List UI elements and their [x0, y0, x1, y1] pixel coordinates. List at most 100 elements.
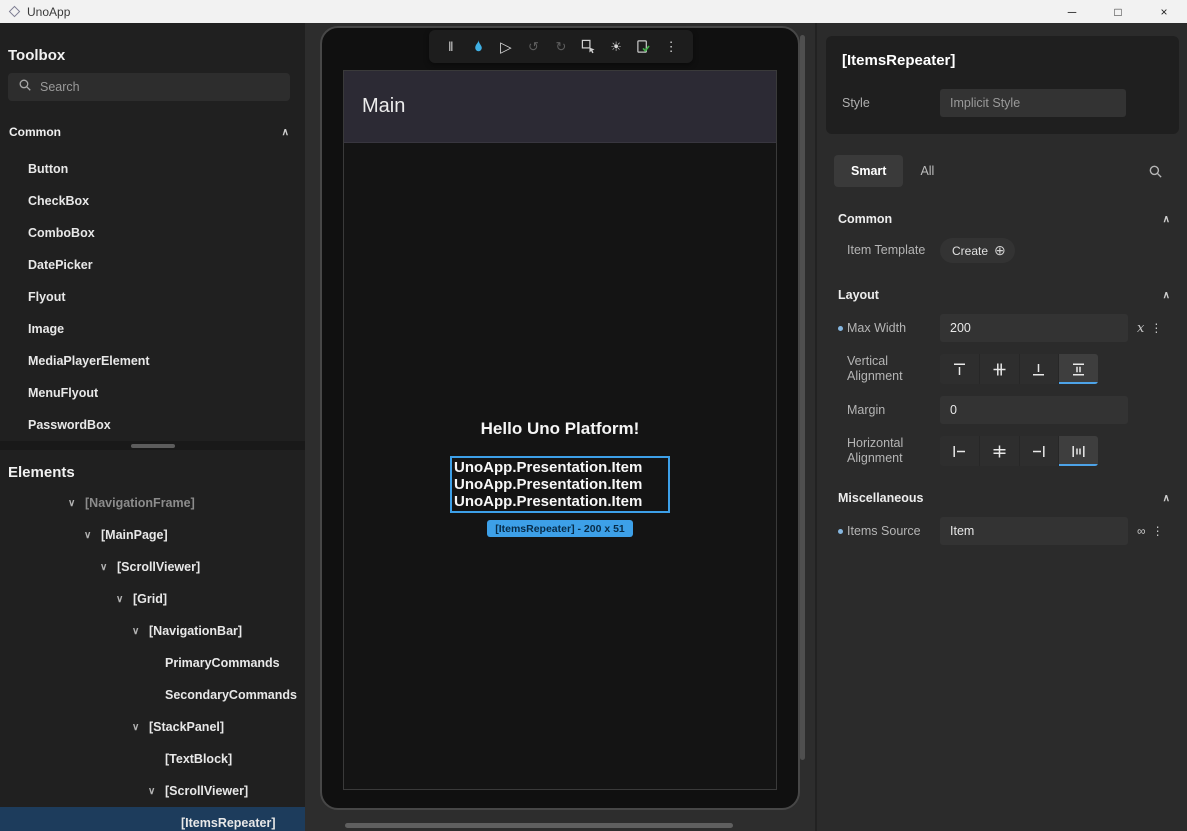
tree-item-label: SecondaryCommands	[165, 688, 297, 702]
canvas-horizontal-scrollbar[interactable]	[345, 823, 733, 828]
horizontal-alignment-row: Horizontal Alignment	[817, 436, 1187, 466]
more-icon[interactable]: ⋮	[1152, 524, 1164, 538]
item-template-row: Item Template Create ⊕	[817, 238, 1187, 263]
halign-center-button[interactable]	[980, 436, 1020, 466]
pause-icon[interactable]: ‖	[438, 39, 464, 54]
tree-item-primarycommands[interactable]: PrimaryCommands	[0, 647, 305, 679]
style-input[interactable]	[940, 89, 1126, 117]
valign-center-button[interactable]	[980, 354, 1020, 384]
toolbox-section-common[interactable]: Common ∧	[0, 125, 305, 139]
splitter-handle-icon	[131, 444, 175, 448]
items-source-input[interactable]	[940, 517, 1128, 545]
vertical-alignment-row: Vertical Alignment	[817, 354, 1187, 384]
properties-tabs: Smart All	[834, 155, 1171, 187]
section-label: Common	[9, 125, 61, 139]
selection-size-badge: [ItemsRepeater] - 200 x 51	[487, 520, 633, 537]
halign-left-button[interactable]	[940, 436, 980, 466]
tree-item-scrollviewer[interactable]: ∨ [ScrollViewer]	[0, 551, 305, 583]
create-label: Create	[952, 244, 988, 258]
toolbox-item-mediaplayerelement[interactable]: MediaPlayerElement	[0, 345, 305, 377]
app-preview[interactable]: Main Hello Uno Platform! UnoApp.Presenta…	[343, 70, 777, 790]
toolbox-item-datepicker[interactable]: DatePicker	[0, 249, 305, 281]
toolbox-item-menuflyout[interactable]: MenuFlyout	[0, 377, 305, 409]
max-width-input[interactable]	[940, 314, 1128, 342]
undo-icon[interactable]: ↺	[520, 39, 546, 55]
search-icon	[18, 78, 32, 97]
section-miscellaneous-header[interactable]: Miscellaneous ∧	[817, 491, 1187, 505]
item-template-label: Item Template	[847, 243, 940, 258]
panel-splitter[interactable]	[0, 441, 305, 450]
more-icon[interactable]: ⋮	[658, 39, 684, 55]
valign-top-button[interactable]	[940, 354, 980, 384]
more-icon[interactable]: ⋮	[1150, 321, 1162, 335]
preview-hello-text: Hello Uno Platform!	[344, 419, 776, 439]
toolbox-search-box[interactable]	[8, 73, 290, 101]
properties-search-icon[interactable]	[1148, 164, 1163, 179]
create-item-template-button[interactable]: Create ⊕	[940, 238, 1015, 263]
repeater-item: UnoApp.Presentation.Item	[454, 476, 668, 493]
toolbox-item-checkbox[interactable]: CheckBox	[0, 185, 305, 217]
app-logo-icon	[8, 5, 21, 18]
tab-smart[interactable]: Smart	[834, 155, 903, 187]
tree-item-stackpanel[interactable]: ∨ [StackPanel]	[0, 711, 305, 743]
preview-nav-bar: Main	[344, 71, 776, 143]
chevron-down-icon[interactable]: ∨	[116, 594, 133, 605]
section-common-header[interactable]: Common ∧	[817, 212, 1187, 226]
minimize-button[interactable]: ─	[1049, 0, 1095, 23]
tree-item-label: [Grid]	[133, 592, 167, 606]
close-button[interactable]: ×	[1141, 0, 1187, 23]
toolbox-item-flyout[interactable]: Flyout	[0, 281, 305, 313]
tree-item-itemsrepeater[interactable]: [ItemsRepeater]	[0, 807, 305, 831]
toolbox-item-button[interactable]: Button	[0, 153, 305, 185]
toolbox-item-image[interactable]: Image	[0, 313, 305, 345]
chevron-down-icon[interactable]: ∨	[132, 626, 149, 637]
tree-item-textblock[interactable]: [TextBlock]	[0, 743, 305, 775]
hot-reload-flame-icon[interactable]	[465, 39, 491, 54]
chevron-up-icon[interactable]: ∧	[1163, 290, 1170, 301]
chevron-up-icon[interactable]: ∧	[1163, 214, 1170, 225]
valign-bottom-button[interactable]	[1020, 354, 1060, 384]
toolbox-item-combobox[interactable]: ComboBox	[0, 217, 305, 249]
valign-stretch-button[interactable]	[1059, 354, 1098, 384]
design-canvas: Main Hello Uno Platform! UnoApp.Presenta…	[305, 23, 815, 831]
chevron-up-icon[interactable]: ∧	[282, 127, 289, 138]
halign-stretch-button[interactable]	[1059, 436, 1098, 466]
tree-item-secondarycommands[interactable]: SecondaryCommands	[0, 679, 305, 711]
designer-toolbar: ‖ ▷ ↺ ↻ ☀ ⋮	[429, 30, 693, 63]
maximize-button[interactable]: □	[1095, 0, 1141, 23]
bind-expression-icon[interactable]: x	[1137, 321, 1144, 336]
tree-item-label: [ItemsRepeater]	[181, 816, 275, 830]
tree-item-navigationbar[interactable]: ∨ [NavigationBar]	[0, 615, 305, 647]
device-frame: Main Hello Uno Platform! UnoApp.Presenta…	[320, 26, 800, 810]
section-label: Layout	[838, 288, 879, 302]
chevron-down-icon[interactable]: ∨	[84, 530, 101, 541]
chevron-down-icon[interactable]: ∨	[100, 562, 117, 573]
play-icon[interactable]: ▷	[493, 38, 519, 56]
inspect-element-icon[interactable]	[576, 39, 602, 54]
tab-all[interactable]: All	[903, 155, 951, 187]
elements-tree: ∨ [NavigationFrame] ∨ [MainPage] ∨ [Scro…	[0, 487, 305, 831]
margin-input[interactable]	[940, 396, 1128, 424]
tree-item-scrollviewer-inner[interactable]: ∨ [ScrollViewer]	[0, 775, 305, 807]
chevron-down-icon[interactable]: ∨	[68, 498, 85, 509]
tree-item-navigationframe[interactable]: ∨ [NavigationFrame]	[0, 487, 305, 519]
tree-item-grid[interactable]: ∨ [Grid]	[0, 583, 305, 615]
chevron-up-icon[interactable]: ∧	[1163, 493, 1170, 504]
tree-item-mainpage[interactable]: ∨ [MainPage]	[0, 519, 305, 551]
canvas-vertical-scrollbar[interactable]	[800, 35, 805, 760]
halign-right-button[interactable]	[1020, 436, 1060, 466]
vertical-alignment-group	[940, 354, 1098, 384]
binding-link-icon[interactable]: ∞	[1137, 524, 1146, 538]
search-input[interactable]	[40, 80, 280, 94]
chevron-down-icon[interactable]: ∨	[148, 786, 165, 797]
toolbox-item-passwordbox[interactable]: PasswordBox	[0, 409, 305, 441]
margin-row: Margin	[817, 396, 1187, 424]
theme-icon[interactable]: ☀	[603, 39, 629, 55]
diagnostics-check-icon[interactable]	[631, 39, 657, 54]
selected-element-title: [ItemsRepeater]	[842, 52, 1163, 69]
section-layout-header[interactable]: Layout ∧	[817, 288, 1187, 302]
repeater-item: UnoApp.Presentation.Item	[454, 459, 668, 476]
selected-itemsrepeater-element[interactable]: UnoApp.Presentation.Item UnoApp.Presenta…	[450, 456, 670, 513]
chevron-down-icon[interactable]: ∨	[132, 722, 149, 733]
redo-icon[interactable]: ↻	[548, 39, 574, 55]
